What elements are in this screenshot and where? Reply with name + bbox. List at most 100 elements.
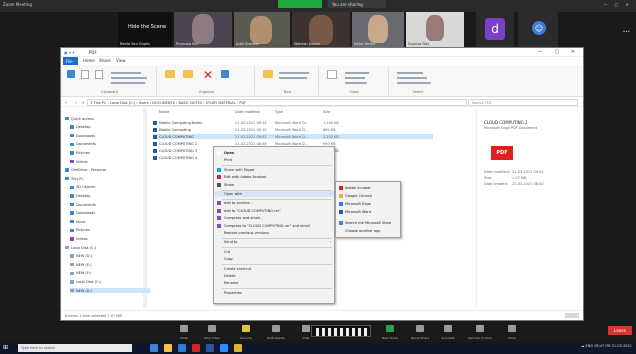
context-menu-item[interactable]: Rename [214, 280, 334, 286]
new-folder-button[interactable] [263, 70, 273, 78]
submenu-item[interactable]: Microsoft Word [336, 209, 400, 215]
open-button[interactable] [345, 72, 369, 74]
participant-tile[interactable]: ☺ [518, 12, 558, 47]
tab-home[interactable]: Home [83, 58, 95, 63]
meeting-control-button[interactable]: Chat [294, 323, 318, 340]
submenu-item[interactable]: Adobe Acrobat [336, 185, 400, 191]
cut-button[interactable] [111, 72, 141, 74]
context-menu-item[interactable]: Copy [214, 256, 334, 262]
column-header-name[interactable]: Name [159, 110, 169, 114]
taskbar-app-icon[interactable] [234, 344, 242, 352]
taskbar-app-icon[interactable] [192, 344, 200, 352]
nav-item[interactable]: Documents [70, 202, 96, 207]
nav-scrollbar[interactable] [143, 108, 146, 308]
context-menu-item[interactable]: Send to › [214, 239, 334, 245]
context-menu-item[interactable]: Share with Skype [214, 167, 334, 173]
properties-button[interactable] [327, 70, 337, 79]
explorer-window-controls[interactable]: — ▢ ✕ [538, 49, 580, 55]
share-status[interactable]: You are sharing [328, 0, 386, 8]
taskbar-app-icon[interactable] [206, 344, 214, 352]
submenu-item[interactable]: Search the Microsoft Store [336, 220, 400, 226]
participant-tile[interactable]: Hide the Scene Reeta Sen Gupta [118, 12, 172, 47]
meeting-control-button[interactable]: Mute [172, 323, 196, 340]
table-row[interactable]: CLOUD COMPUTING 21-03-2021 09:02 Microsoft… [153, 134, 433, 139]
nav-item[interactable]: Music [70, 219, 86, 224]
meeting-window-controls[interactable]: — ▢ ✕ [603, 2, 632, 7]
context-menu-item[interactable]: Compress to "CLOUD COMPUTING.rar" and em… [214, 223, 334, 229]
context-menu-item[interactable]: Create shortcut [214, 266, 334, 272]
edit-button[interactable] [345, 77, 365, 79]
meeting-control-button[interactable]: Annotate [436, 323, 460, 340]
context-menu-item[interactable]: Print [214, 157, 334, 163]
nav-item[interactable]: Videos [70, 236, 88, 241]
copy-path-button[interactable] [111, 77, 147, 79]
nav-item[interactable]: OneDrive - Personal [65, 168, 106, 173]
context-menu-item[interactable]: Delete [214, 273, 334, 279]
nav-item[interactable]: Quick access [65, 116, 94, 121]
meeting-control-button[interactable]: Pause Share [408, 323, 432, 340]
meeting-control-button[interactable]: Stop Video [200, 323, 224, 340]
participant-tile[interactable]: Neha Verma [352, 12, 404, 47]
meeting-control-button[interactable]: More [500, 323, 524, 340]
nav-item[interactable]: Videos [70, 159, 88, 164]
table-row[interactable]: Mobile Computing Notes 21-03-2021 09:14 Mi… [153, 120, 433, 125]
nav-item[interactable]: Desktop [70, 125, 90, 130]
meeting-control-button[interactable]: Security [234, 323, 258, 340]
history-button[interactable] [345, 82, 367, 84]
taskbar-app-icon[interactable] [150, 344, 158, 352]
nav-item[interactable]: NEW (D:) [70, 254, 92, 259]
nav-item[interactable]: Pictures [70, 150, 90, 155]
select-none-button[interactable] [397, 77, 427, 79]
context-menu-item[interactable]: Edit with Adobe Acrobat [214, 174, 334, 180]
table-row[interactable]: Mobile Computing 21-03-2021 09:10 Microsof… [153, 127, 433, 132]
meeting-control-button[interactable]: Participants [264, 323, 288, 340]
context-menu-item[interactable]: Cut [214, 249, 334, 255]
taskbar-search-input[interactable]: Type here to search [18, 344, 132, 352]
nav-item[interactable]: Downloads [70, 133, 95, 138]
nav-item[interactable]: Documents [70, 142, 96, 147]
context-menu-item[interactable]: Add to "CLOUD COMPUTING.rar" [214, 208, 334, 214]
invert-selection-button[interactable] [397, 82, 431, 84]
submenu-item[interactable]: Choose another app [336, 228, 400, 234]
sharing-indicator[interactable] [278, 0, 322, 8]
meeting-control-button[interactable]: New Share [378, 323, 402, 340]
nav-item[interactable]: Local Disk (C:) [70, 279, 101, 284]
tab-share[interactable]: Share [99, 58, 111, 63]
paste-shortcut-button[interactable] [111, 82, 145, 84]
nav-item[interactable]: Local Disk (C:) [65, 245, 96, 250]
nav-item[interactable]: Downloads [70, 211, 95, 216]
nav-item[interactable]: NEW (E:) [70, 262, 92, 267]
nav-item[interactable]: Pictures [70, 228, 90, 233]
context-menu-item[interactable]: Compress and email... [214, 215, 334, 221]
move-to-button[interactable] [165, 70, 175, 78]
participant-tile[interactable]: d [476, 12, 514, 47]
new-item-button[interactable] [279, 72, 309, 74]
tab-view[interactable]: View [116, 58, 126, 63]
windows-start-icon[interactable]: ⊞ [3, 344, 8, 351]
submenu-item[interactable]: Microsoft Edge [336, 201, 400, 207]
participant-tile[interactable]: Priyanka Rai [174, 12, 232, 47]
rename-button[interactable] [221, 70, 229, 78]
copy-to-button[interactable] [183, 70, 193, 78]
context-menu-item[interactable]: Restore previous versions [214, 230, 334, 236]
column-header-date[interactable]: Date modified [235, 110, 260, 114]
nav-item[interactable]: NEW (D:) [70, 288, 150, 293]
taskbar-app-icon[interactable] [220, 344, 228, 352]
easy-access-button[interactable] [279, 77, 307, 79]
search-input[interactable]: Search PDF [468, 99, 578, 106]
address-bar[interactable]: › This PC › Local Disk (C:) › Users › DO… [87, 99, 467, 106]
column-header-type[interactable]: Type [275, 110, 283, 114]
tab-file[interactable]: File [63, 57, 78, 65]
taskbar-app-icon[interactable] [164, 344, 172, 352]
taskbar-app-icon[interactable] [178, 344, 186, 352]
participant-tile[interactable]: Mahesh Kumar [292, 12, 350, 47]
nav-item[interactable]: This PC [65, 176, 84, 181]
more-participants-button[interactable]: ••• [623, 29, 630, 34]
system-tray[interactable]: ☁ ENG 08:47 PM 21-03-2021 [581, 344, 632, 348]
column-header-size[interactable]: Size [323, 110, 330, 114]
pin-quick-access-button[interactable] [67, 70, 75, 78]
select-all-button[interactable] [397, 72, 423, 74]
submenu-item[interactable]: Google Chrome [336, 193, 400, 199]
delete-button[interactable]: ✕ [203, 69, 213, 81]
participant-tile[interactable]: Aditi Sharma [234, 12, 290, 47]
